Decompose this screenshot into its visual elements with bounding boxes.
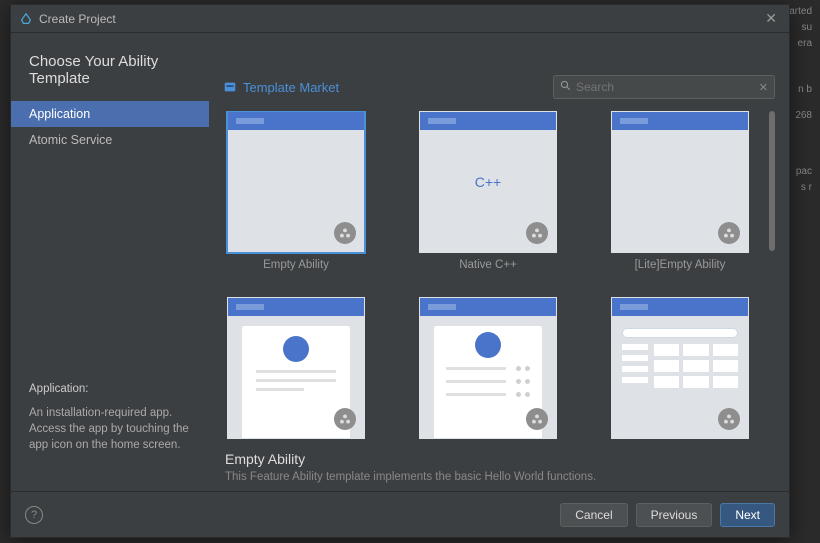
template-card-native-cpp[interactable]: C++ Native C++: [415, 111, 561, 271]
template-thumbnail: [611, 297, 749, 439]
sidebar-item-label: Application: [29, 107, 90, 121]
dialog-footer: ? Cancel Previous Next: [11, 491, 789, 537]
next-button[interactable]: Next: [720, 503, 775, 527]
template-card-lite-empty-ability[interactable]: [Lite]Empty Ability: [607, 111, 753, 271]
template-thumbnail: [227, 297, 365, 439]
device-badge-icon: [718, 222, 740, 244]
template-label: [Lite]Empty Ability: [635, 259, 726, 271]
templates-grid: Empty Ability C++ Native C++: [223, 111, 763, 441]
template-label: Empty Ability: [263, 259, 329, 271]
sidebar-item-atomic-service[interactable]: Atomic Service: [11, 127, 209, 153]
close-icon[interactable]: ✕: [761, 10, 781, 27]
template-detail: Empty Ability This Feature Ability templ…: [223, 441, 775, 491]
template-label: Native C++: [459, 259, 517, 271]
search-icon: [560, 80, 571, 94]
dialog-title: Create Project: [39, 12, 116, 26]
template-thumbnail: [227, 111, 365, 253]
previous-button[interactable]: Previous: [636, 503, 713, 527]
template-card-grid[interactable]: [607, 297, 753, 439]
sidebar: Choose Your Ability Template Application…: [11, 33, 209, 491]
scrollbar[interactable]: [769, 111, 775, 251]
device-badge-icon: [334, 408, 356, 430]
template-market-link[interactable]: Template Market: [223, 80, 339, 95]
sidebar-item-application[interactable]: Application: [11, 101, 209, 127]
cpp-icon: C++: [475, 174, 501, 190]
market-icon: [223, 80, 237, 94]
template-card-profile[interactable]: [223, 297, 369, 439]
page-title: Choose Your Ability Template: [11, 47, 209, 101]
template-detail-title: Empty Ability: [225, 451, 773, 467]
sidebar-description-title: Application:: [29, 381, 191, 397]
create-project-dialog: Create Project ✕ Choose Your Ability Tem…: [10, 4, 790, 538]
app-logo-icon: [19, 12, 33, 26]
search-input[interactable]: [576, 80, 759, 94]
help-icon[interactable]: ?: [25, 506, 43, 524]
sidebar-description-body: An installation-required app. Access the…: [29, 405, 191, 453]
cancel-button[interactable]: Cancel: [560, 503, 627, 527]
template-market-label: Template Market: [243, 80, 339, 95]
template-card-list[interactable]: [415, 297, 561, 439]
clear-icon[interactable]: ✕: [759, 81, 768, 94]
template-thumbnail: [611, 111, 749, 253]
template-card-empty-ability[interactable]: Empty Ability: [223, 111, 369, 271]
search-field[interactable]: ✕: [553, 75, 775, 99]
device-badge-icon: [526, 222, 548, 244]
sidebar-item-label: Atomic Service: [29, 133, 112, 147]
dialog-titlebar: Create Project ✕: [11, 5, 789, 33]
main-panel: Template Market ✕: [209, 33, 789, 491]
sidebar-description: Application: An installation-required ap…: [11, 367, 209, 477]
template-thumbnail: [419, 297, 557, 439]
template-detail-description: This Feature Ability template implements…: [225, 471, 773, 483]
device-badge-icon: [526, 408, 548, 430]
device-badge-icon: [334, 222, 356, 244]
device-badge-icon: [718, 408, 740, 430]
template-thumbnail: C++: [419, 111, 557, 253]
